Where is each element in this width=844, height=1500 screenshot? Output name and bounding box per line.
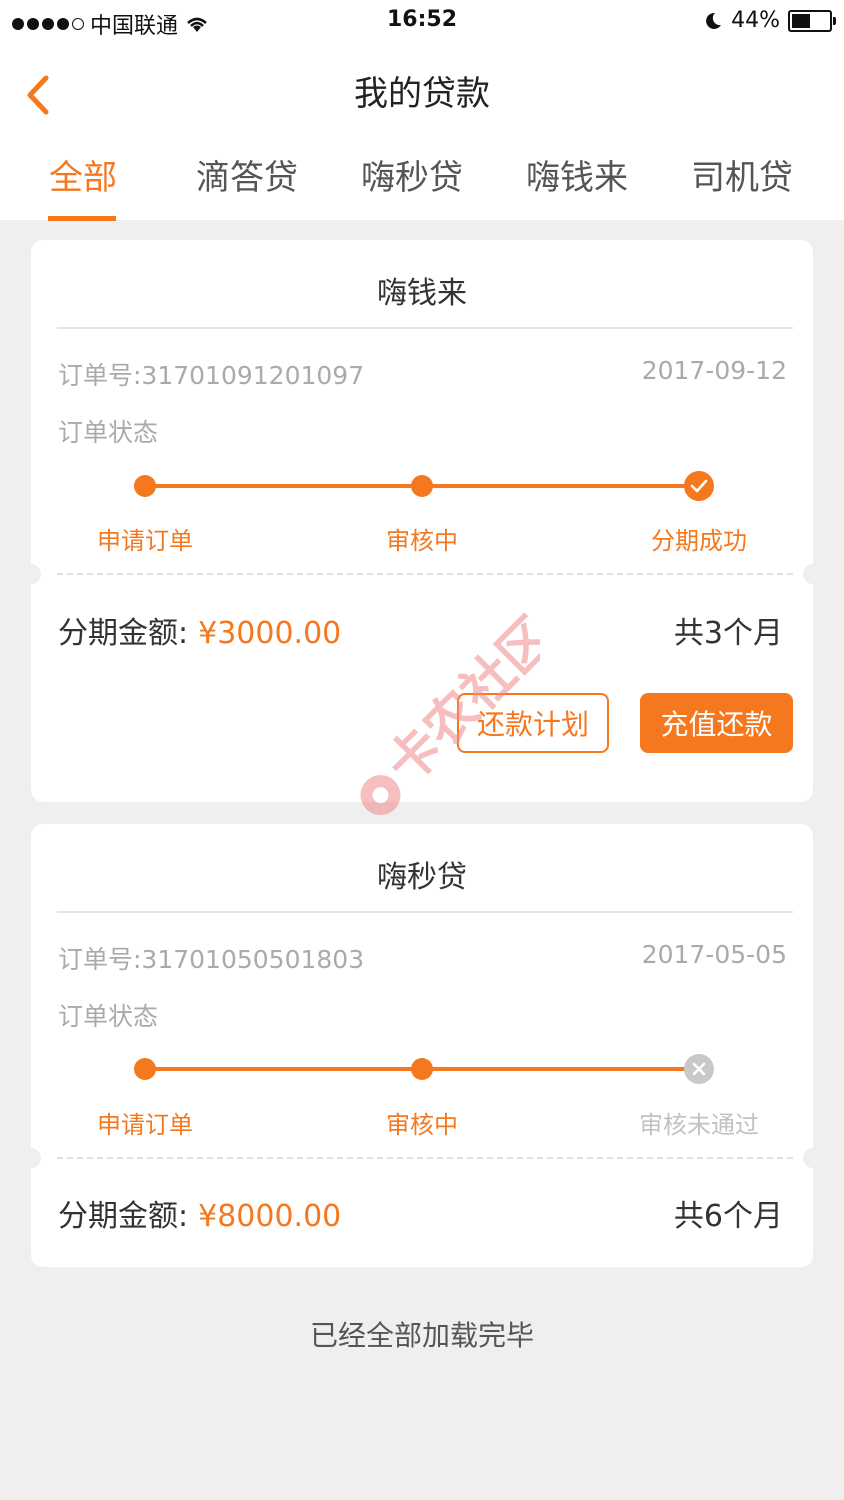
tab-didadai[interactable]: 滴答贷: [164, 150, 330, 199]
step-node-review: [411, 1058, 433, 1080]
installment-amount: 分期金额: ¥8000.00: [58, 1191, 341, 1235]
tab-haiqianlai[interactable]: 嗨钱来: [494, 150, 660, 199]
installment-amount: 分期金额: ¥3000.00: [58, 608, 341, 652]
step-node-apply: [134, 475, 156, 497]
tab-bar: 全部 滴答贷 嗨秒贷 嗨钱来 司机贷: [0, 150, 844, 221]
order-status-label: 订单状态: [58, 1002, 159, 1031]
dashed-divider: [57, 1157, 793, 1159]
load-complete-text: 已经全部加载完毕: [309, 1319, 534, 1352]
close-icon: [684, 1054, 714, 1084]
amount-label: 分期金额:: [58, 616, 189, 651]
tab-sijidai[interactable]: 司机贷: [659, 150, 825, 199]
amount-value: ¥8000.00: [198, 1199, 342, 1234]
loan-product-name: 嗨钱来: [377, 276, 467, 311]
loan-card: 嗨秒贷 订单号:31701050501803 2017-05-05 订单状态 申…: [21, 824, 823, 1267]
moon-icon: [706, 12, 722, 29]
order-status-label: 订单状态: [58, 418, 159, 447]
loan-card: 嗨钱来 订单号:31701091201097 2017-09-12 订单状态 申…: [21, 240, 823, 802]
amount-label: 分期金额:: [58, 1199, 189, 1234]
step-label-apply: 申请订单: [97, 1111, 193, 1139]
tab-all[interactable]: 全部: [0, 150, 166, 199]
order-number: 订单号:31701091201097: [58, 361, 365, 390]
ticket-notch: [803, 1148, 823, 1168]
divider: [57, 911, 793, 913]
check-icon: [684, 471, 714, 501]
step-label-apply: 申请订单: [97, 527, 193, 555]
step-label-review: 审核中: [386, 1111, 458, 1139]
ticket-notch: [21, 564, 41, 584]
step-node-review: [411, 475, 433, 497]
step-label-review: 审核中: [386, 527, 458, 555]
recharge-repay-button[interactable]: 充值还款: [640, 693, 793, 753]
page-title: 我的贷款: [354, 74, 490, 114]
amount-value: ¥3000.00: [198, 616, 342, 651]
battery-icon: [788, 9, 836, 32]
step-label-success: 分期成功: [651, 527, 747, 555]
ticket-notch: [21, 1148, 41, 1168]
app-header: 我的贷款 全部 滴答贷 嗨秒贷 嗨钱来 司机贷: [0, 42, 844, 221]
active-tab-indicator: [48, 216, 116, 221]
status-bar: 中国联通 16:52 44%: [0, 0, 844, 42]
step-node-apply: [134, 1058, 156, 1080]
order-date: 2017-05-05: [641, 940, 787, 969]
order-date: 2017-09-12: [641, 356, 787, 385]
installment-months: 共6个月: [673, 1199, 783, 1234]
order-number: 订单号:31701050501803: [58, 945, 365, 974]
battery-percent: 44%: [731, 8, 780, 33]
dashed-divider: [57, 573, 793, 575]
tab-haimiaodai[interactable]: 嗨秒贷: [329, 150, 495, 199]
loan-product-name: 嗨秒贷: [377, 860, 467, 895]
repayment-plan-button[interactable]: 还款计划: [457, 693, 609, 753]
installment-months: 共3个月: [673, 616, 783, 651]
ticket-notch: [803, 564, 823, 584]
divider: [57, 327, 793, 329]
step-label-rejected: 审核未通过: [639, 1111, 759, 1139]
system-status: 44%: [703, 8, 836, 33]
